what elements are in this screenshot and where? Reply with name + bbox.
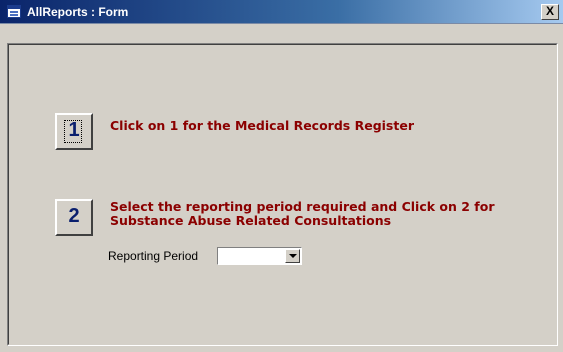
- medical-records-register-button[interactable]: 1: [55, 113, 93, 150]
- substance-abuse-consultations-button[interactable]: 2: [55, 199, 93, 236]
- reporting-period-dropdown-button[interactable]: [285, 249, 300, 263]
- chevron-down-icon: [289, 254, 297, 258]
- button-2-label: 2: [68, 205, 80, 227]
- form-body: 1 Click on 1 for the Medical Records Reg…: [7, 43, 558, 346]
- close-button[interactable]: X: [541, 4, 559, 20]
- window-title: AllReports : Form: [27, 5, 129, 19]
- button-2-instruction: Select the reporting period required and…: [110, 200, 495, 228]
- form-window: AllReports : Form X 1 Click on 1 for the…: [0, 0, 563, 352]
- reporting-period-combo[interactable]: [217, 247, 302, 265]
- focus-rectangle: [64, 120, 82, 143]
- reporting-period-label: Reporting Period: [108, 249, 199, 263]
- form-body-inner: 1 Click on 1 for the Medical Records Reg…: [8, 44, 557, 345]
- button-2-instruction-line-2: Substance Abuse Related Consultations: [110, 213, 392, 228]
- title-bar[interactable]: AllReports : Form X: [0, 0, 563, 24]
- button-2-instruction-line-1: Select the reporting period required and…: [110, 199, 495, 214]
- form-icon: [7, 5, 21, 18]
- button-1-instruction: Click on 1 for the Medical Records Regis…: [110, 118, 414, 133]
